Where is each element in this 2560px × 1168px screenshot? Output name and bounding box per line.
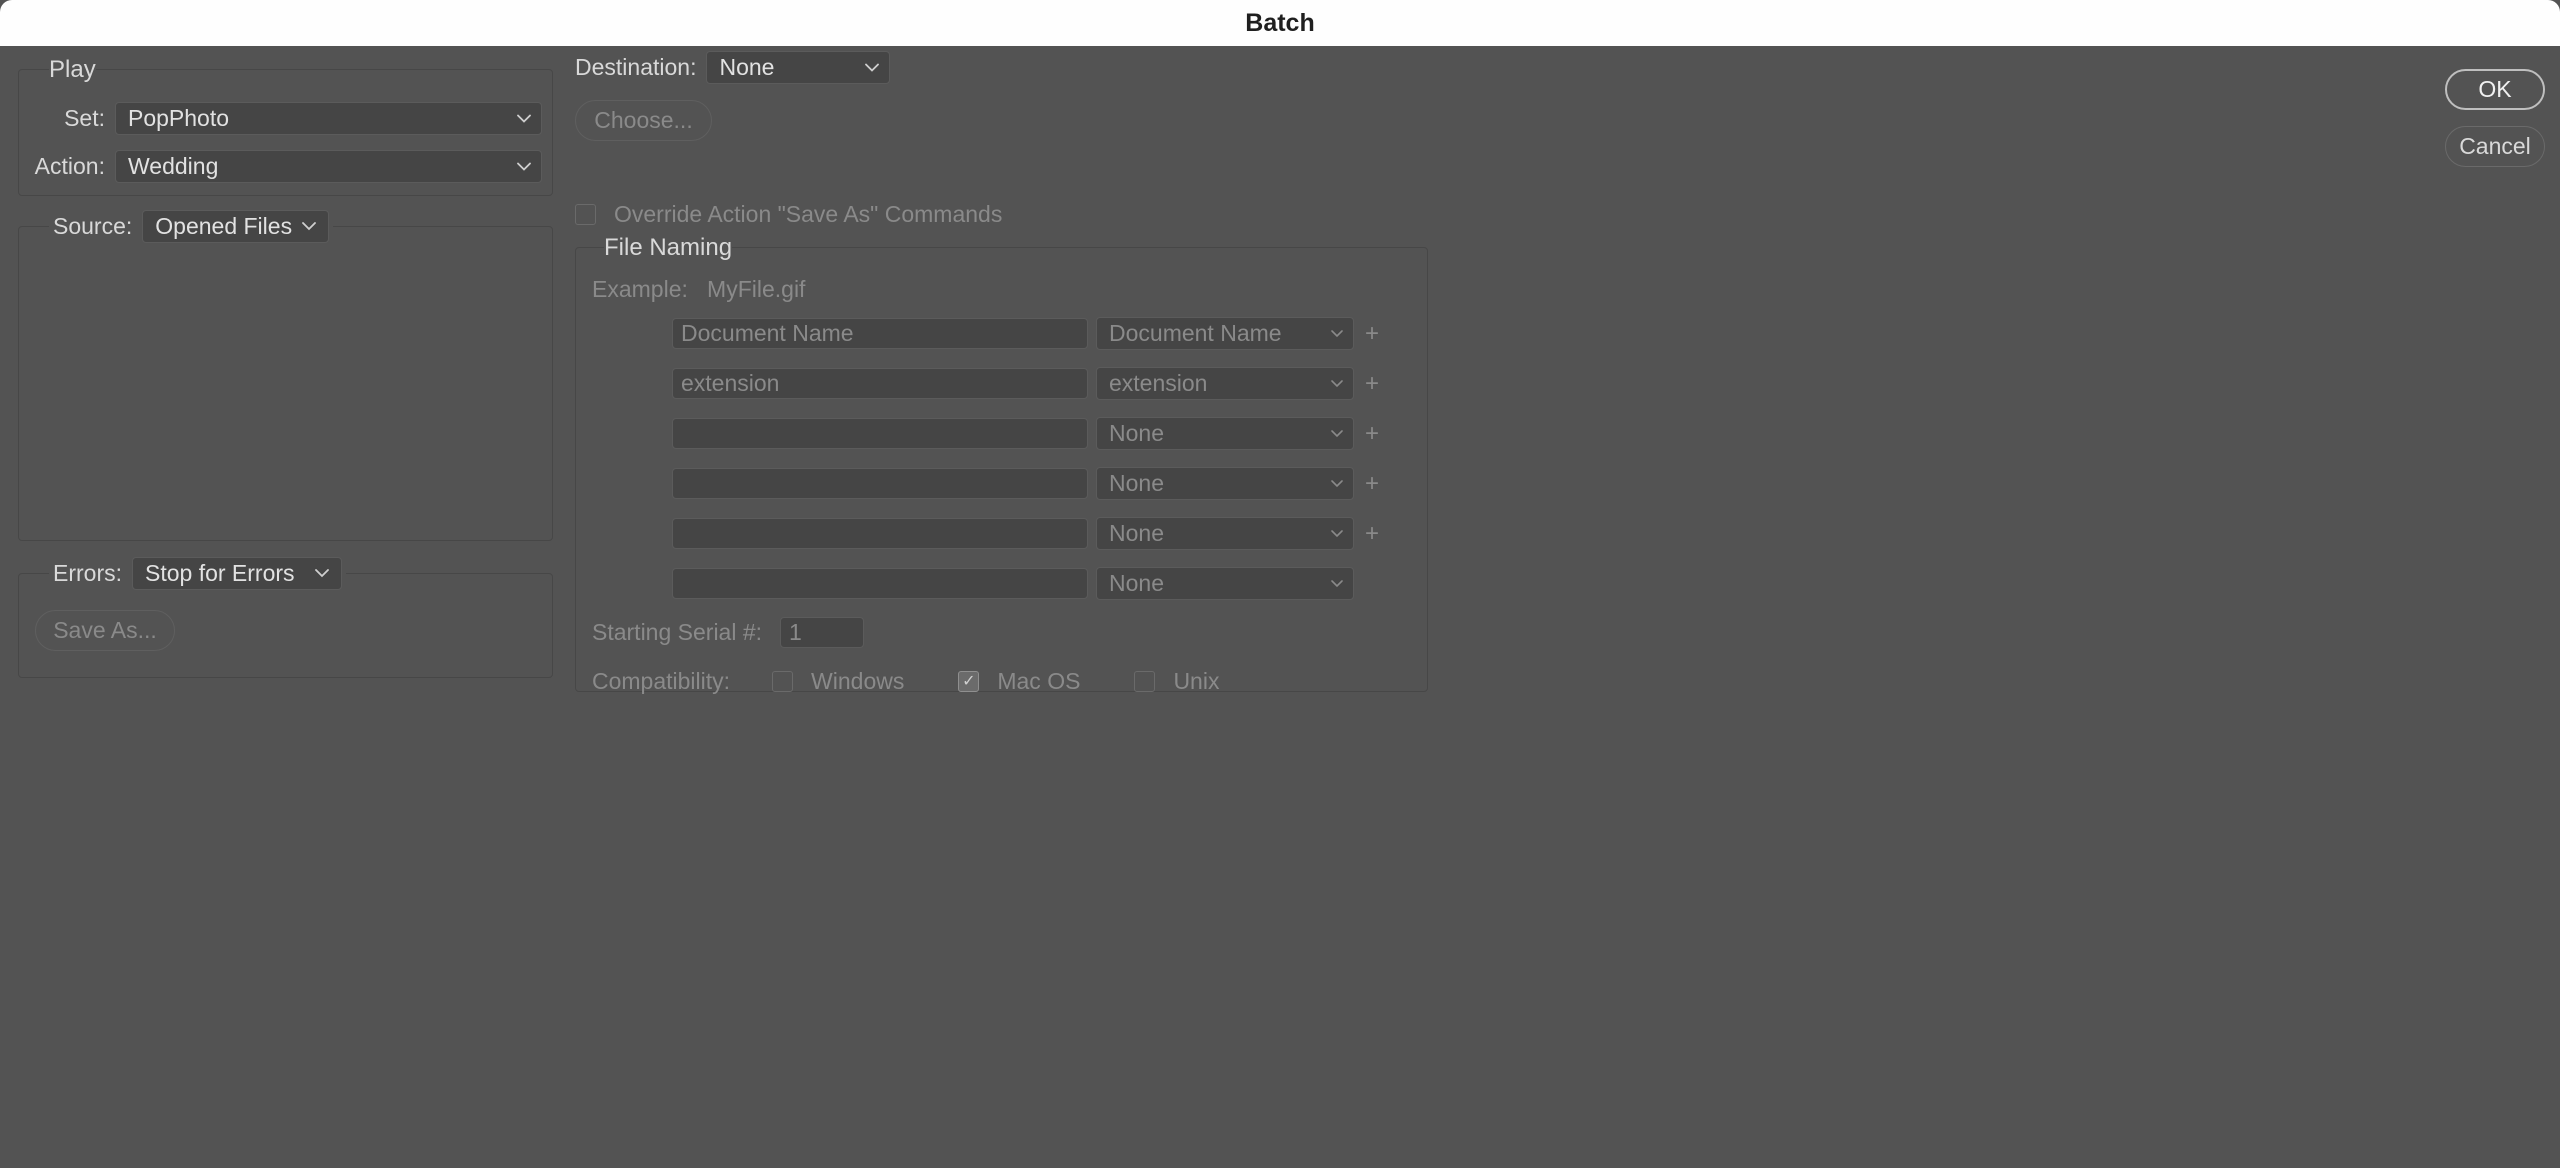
- chevron-down-icon: [865, 63, 879, 72]
- cancel-button[interactable]: Cancel: [2445, 126, 2545, 167]
- set-value: PopPhoto: [128, 105, 229, 132]
- chevron-down-icon: [1331, 430, 1343, 438]
- dialog-title: Batch: [1245, 9, 1314, 38]
- naming-text-1: Document Name: [672, 318, 1088, 349]
- naming-select-6: None: [1096, 567, 1354, 600]
- source-select[interactable]: Opened Files: [142, 210, 329, 243]
- cancel-label: Cancel: [2459, 133, 2531, 160]
- override-checkbox: [575, 204, 596, 225]
- chevron-down-icon: [517, 162, 531, 171]
- plus-icon: +: [1360, 520, 1384, 548]
- override-label: Override Action "Save As" Commands: [614, 201, 1002, 228]
- ok-label: OK: [2478, 76, 2511, 103]
- action-value: Wedding: [128, 153, 218, 180]
- naming-select-3: None: [1096, 417, 1354, 450]
- naming-text-5: [672, 518, 1088, 549]
- file-naming-fieldset: File Naming Example: MyFile.gif Document…: [575, 247, 1428, 692]
- file-naming-legend: File Naming: [604, 234, 732, 262]
- chevron-down-icon: [1331, 330, 1343, 338]
- naming-select-5: None: [1096, 517, 1354, 550]
- example-label: Example:: [592, 276, 688, 302]
- chevron-down-icon: [517, 114, 531, 123]
- compat-mac-label: Mac OS: [997, 668, 1080, 695]
- errors-fieldset: Errors: Stop for Errors Save As...: [18, 573, 553, 678]
- plus-icon: +: [1360, 420, 1384, 448]
- naming-text-4: [672, 468, 1088, 499]
- naming-text-2: extension: [672, 368, 1088, 399]
- errors-label: Errors:: [53, 560, 122, 587]
- compat-windows-checkbox: [772, 671, 793, 692]
- play-fieldset: Play Set: PopPhoto Action: Wedding: [18, 69, 553, 196]
- plus-icon: +: [1360, 320, 1384, 348]
- ok-button[interactable]: OK: [2445, 69, 2545, 110]
- naming-select-4: None: [1096, 467, 1354, 500]
- chevron-down-icon: [1331, 530, 1343, 538]
- naming-select-1: Document Name: [1096, 317, 1354, 350]
- example-value: MyFile.gif: [707, 276, 805, 302]
- chevron-down-icon: [1331, 580, 1343, 588]
- compat-mac-checkbox: [958, 671, 979, 692]
- serial-label: Starting Serial #:: [592, 619, 762, 646]
- source-value: Opened Files: [155, 213, 292, 240]
- source-fieldset: Source: Opened Files: [18, 226, 553, 541]
- source-label: Source:: [53, 213, 132, 240]
- naming-text-3: [672, 418, 1088, 449]
- compat-unix-label: Unix: [1173, 668, 1219, 695]
- naming-text-6: [672, 568, 1088, 599]
- action-label: Action:: [31, 153, 105, 180]
- save-as-button: Save As...: [35, 610, 175, 651]
- plus-icon: +: [1360, 470, 1384, 498]
- set-label: Set:: [31, 105, 105, 132]
- choose-label: Choose...: [594, 107, 692, 134]
- action-select[interactable]: Wedding: [115, 150, 542, 183]
- choose-button: Choose...: [575, 100, 712, 141]
- compat-label: Compatibility:: [592, 668, 730, 695]
- titlebar: Batch: [0, 0, 2560, 46]
- compat-windows-label: Windows: [811, 668, 904, 695]
- chevron-down-icon: [302, 222, 316, 231]
- errors-select[interactable]: Stop for Errors: [132, 557, 342, 590]
- destination-label: Destination:: [575, 54, 696, 81]
- naming-select-2: extension: [1096, 367, 1354, 400]
- errors-value: Stop for Errors: [145, 560, 295, 587]
- chevron-down-icon: [315, 569, 329, 578]
- destination-value: None: [719, 54, 774, 81]
- serial-input: 1: [780, 617, 864, 648]
- chevron-down-icon: [1331, 380, 1343, 388]
- set-select[interactable]: PopPhoto: [115, 102, 542, 135]
- chevron-down-icon: [1331, 480, 1343, 488]
- compat-unix-checkbox: [1134, 671, 1155, 692]
- save-as-label: Save As...: [53, 617, 157, 644]
- destination-select[interactable]: None: [706, 51, 890, 84]
- play-legend: Play: [49, 56, 96, 84]
- plus-icon: +: [1360, 370, 1384, 398]
